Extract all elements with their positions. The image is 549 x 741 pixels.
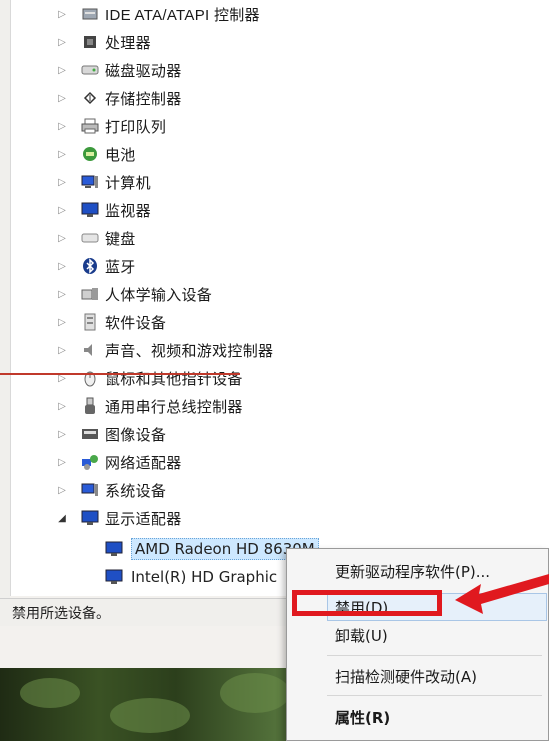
tree-category-software[interactable]: ▷ 软件设备 bbox=[55, 308, 166, 336]
tree-category-label: 打印队列 bbox=[105, 118, 167, 136]
tree-category-hid[interactable]: ▷ 人体学输入设备 bbox=[55, 280, 212, 308]
tree-category-sound[interactable]: ▷ 声音、视频和游戏控制器 bbox=[55, 336, 273, 364]
menu-item-label: 卸载(U) bbox=[335, 626, 388, 645]
expand-arrow-icon[interactable]: ▷ bbox=[55, 485, 69, 496]
tree-category-label: 人体学输入设备 bbox=[105, 286, 213, 304]
tree-category-label: 存储控制器 bbox=[105, 90, 182, 108]
expand-arrow-icon[interactable]: ▷ bbox=[55, 205, 69, 216]
tree-category-label: 通用串行总线控制器 bbox=[105, 398, 243, 416]
expand-arrow-icon[interactable]: ▷ bbox=[55, 93, 69, 104]
computer-icon bbox=[81, 173, 99, 191]
tree-category-label: IDE ATA/ATAPI 控制器 bbox=[105, 6, 260, 24]
display-adapter-icon bbox=[81, 509, 99, 527]
display-device-icon bbox=[105, 569, 123, 585]
tree-category-label: 显示适配器 bbox=[105, 510, 182, 528]
tree-category-label: 磁盘驱动器 bbox=[105, 62, 182, 80]
tree-category-processor[interactable]: ▷ 处理器 bbox=[55, 28, 151, 56]
window-left-edge bbox=[0, 0, 10, 620]
tree-category-keyboard[interactable]: ▷ 键盘 bbox=[55, 224, 136, 252]
tree-category-display-adapter[interactable]: ◢ 显示适配器 bbox=[55, 504, 182, 532]
imaging-device-icon bbox=[81, 425, 99, 443]
expand-arrow-icon[interactable]: ▷ bbox=[55, 261, 69, 272]
menu-item-properties[interactable]: 属性(R) bbox=[335, 704, 390, 730]
tree-category-label: 系统设备 bbox=[105, 482, 167, 500]
monitor-icon bbox=[81, 201, 99, 219]
tree-category-ide[interactable]: ▷ IDE ATA/ATAPI 控制器 bbox=[55, 0, 260, 28]
software-device-icon bbox=[81, 313, 99, 331]
expand-arrow-icon[interactable]: ▷ bbox=[55, 149, 69, 160]
network-adapter-icon bbox=[81, 453, 99, 471]
hid-icon bbox=[81, 285, 99, 303]
menu-item-label: 属性(R) bbox=[335, 708, 391, 727]
tree-category-label: 处理器 bbox=[105, 34, 151, 52]
storage-controller-icon bbox=[81, 89, 99, 107]
device-intel-hd[interactable]: Intel(R) HD Graphic bbox=[105, 564, 277, 590]
tree-category-disk[interactable]: ▷ 磁盘驱动器 bbox=[55, 56, 182, 84]
mouse-icon bbox=[81, 369, 99, 387]
expand-arrow-icon[interactable]: ▷ bbox=[55, 9, 69, 20]
menu-item-scan-hardware[interactable]: 扫描检测硬件改动(A) bbox=[335, 663, 477, 689]
tree-category-system[interactable]: ▷ 系统设备 bbox=[55, 476, 166, 504]
tree-category-label: 监视器 bbox=[105, 202, 151, 220]
tree-category-label: 电池 bbox=[105, 146, 136, 164]
wallpaper-foliage bbox=[20, 678, 80, 708]
tree-category-mouse[interactable]: ▷ 鼠标和其他指针设备 bbox=[55, 364, 243, 392]
device-tree-pane: ▷ IDE ATA/ATAPI 控制器 ▷ 处理器 ▷ 磁盘驱动器 ▷ 存储控制… bbox=[10, 0, 549, 596]
annotation-highlight-box bbox=[292, 590, 442, 616]
device-label: Intel(R) HD Graphic bbox=[131, 568, 278, 586]
menu-separator bbox=[327, 695, 542, 696]
tree-category-bluetooth[interactable]: ▷ 蓝牙 bbox=[55, 252, 136, 280]
tree-category-battery[interactable]: ▷ 电池 bbox=[55, 140, 136, 168]
expand-arrow-icon[interactable]: ▷ bbox=[55, 37, 69, 48]
annotation-strike-line bbox=[0, 373, 240, 375]
expand-arrow-icon[interactable]: ▷ bbox=[55, 121, 69, 132]
tree-category-label: 声音、视频和游戏控制器 bbox=[105, 342, 274, 360]
menu-item-uninstall[interactable]: 卸载(U) bbox=[335, 622, 388, 648]
tree-category-label: 键盘 bbox=[105, 230, 136, 248]
bluetooth-icon bbox=[81, 257, 99, 275]
wallpaper-foliage bbox=[110, 698, 190, 733]
expand-arrow-icon[interactable]: ▷ bbox=[55, 317, 69, 328]
tree-category-storage[interactable]: ▷ 存储控制器 bbox=[55, 84, 182, 112]
ide-controller-icon bbox=[81, 5, 99, 23]
expand-arrow-icon[interactable]: ▷ bbox=[55, 345, 69, 356]
tree-category-computer[interactable]: ▷ 计算机 bbox=[55, 168, 151, 196]
expand-arrow-icon[interactable]: ▷ bbox=[55, 177, 69, 188]
expand-arrow-icon[interactable]: ▷ bbox=[55, 429, 69, 440]
expand-arrow-icon[interactable]: ▷ bbox=[55, 401, 69, 412]
status-text: 禁用所选设备。 bbox=[12, 605, 110, 622]
processor-icon bbox=[81, 33, 99, 51]
system-device-icon bbox=[81, 481, 99, 499]
tree-category-label: 鼠标和其他指针设备 bbox=[105, 370, 243, 388]
tree-category-label: 图像设备 bbox=[105, 426, 167, 444]
printer-icon bbox=[81, 117, 99, 135]
tree-category-usb[interactable]: ▷ 通用串行总线控制器 bbox=[55, 392, 243, 420]
tree-category-label: 蓝牙 bbox=[105, 258, 136, 276]
tree-category-imaging[interactable]: ▷ 图像设备 bbox=[55, 420, 166, 448]
expand-arrow-icon[interactable]: ▷ bbox=[55, 289, 69, 300]
display-device-icon bbox=[105, 541, 123, 557]
tree-category-label: 网络适配器 bbox=[105, 454, 182, 472]
collapse-arrow-icon[interactable]: ◢ bbox=[55, 513, 69, 524]
menu-separator bbox=[327, 655, 542, 656]
wallpaper-foliage bbox=[220, 673, 290, 713]
menu-item-label: 扫描检测硬件改动(A) bbox=[335, 667, 477, 686]
keyboard-icon bbox=[81, 229, 99, 247]
tree-category-label: 计算机 bbox=[105, 174, 151, 192]
battery-icon bbox=[81, 145, 99, 163]
annotation-arrow-icon bbox=[455, 574, 549, 614]
expand-arrow-icon[interactable]: ▷ bbox=[55, 233, 69, 244]
sound-icon bbox=[81, 341, 99, 359]
expand-arrow-icon[interactable]: ▷ bbox=[55, 457, 69, 468]
expand-arrow-icon[interactable]: ▷ bbox=[55, 65, 69, 76]
tree-category-label: 软件设备 bbox=[105, 314, 167, 332]
tree-category-network[interactable]: ▷ 网络适配器 bbox=[55, 448, 182, 476]
tree-category-monitor[interactable]: ▷ 监视器 bbox=[55, 196, 151, 224]
tree-category-print-queue[interactable]: ▷ 打印队列 bbox=[55, 112, 166, 140]
disk-drive-icon bbox=[81, 61, 99, 79]
usb-icon bbox=[81, 397, 99, 415]
